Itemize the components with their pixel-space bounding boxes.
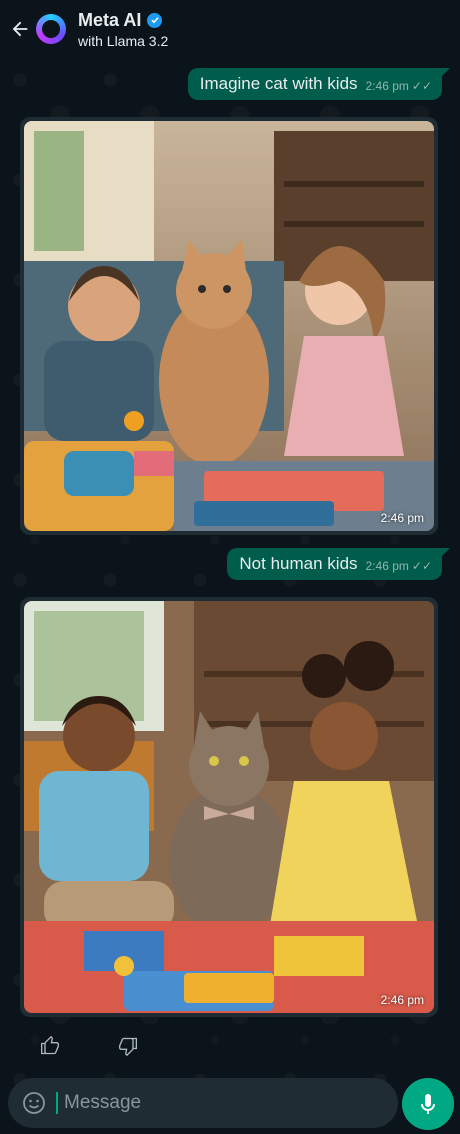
message-input[interactable] [58, 1091, 366, 1115]
message-composer [8, 1078, 398, 1128]
image-time: 2:46 pm [380, 511, 424, 525]
mic-icon [421, 1094, 435, 1114]
meta-ai-avatar[interactable] [36, 14, 66, 44]
message-text: Not human kids [239, 554, 358, 573]
contact-name: Meta AI [78, 9, 142, 30]
generated-image[interactable]: 2:46 pm [24, 601, 434, 1013]
verified-badge-icon [147, 12, 163, 28]
reaction-bar [40, 1035, 140, 1058]
thumbs-down-icon[interactable] [118, 1036, 140, 1058]
mic-button[interactable] [402, 1078, 454, 1130]
outgoing-message[interactable]: Not human kids 2:46 pm ✓✓ [227, 548, 450, 580]
outgoing-message[interactable]: Imagine cat with kids 2:46 pm ✓✓ [187, 68, 451, 100]
incoming-image-message[interactable]: 2:46 pm [20, 597, 438, 1017]
read-ticks-icon: ✓✓ [411, 559, 432, 573]
back-arrow-icon[interactable] [0, 0, 40, 58]
contact-info[interactable]: Meta AI with Llama 3.2 [78, 10, 168, 49]
message-time: 2:46 pm ✓✓ [365, 559, 432, 573]
incoming-image-message[interactable]: 2:46 pm [20, 117, 438, 535]
message-time: 2:46 pm ✓✓ [365, 79, 432, 93]
read-ticks-icon: ✓✓ [411, 79, 432, 93]
emoji-icon[interactable] [14, 1091, 54, 1115]
image-time: 2:46 pm [380, 993, 424, 1007]
thumbs-up-icon[interactable] [40, 1035, 62, 1058]
chat-header: Meta AI with Llama 3.2 [0, 0, 460, 58]
message-text: Imagine cat with kids [199, 74, 358, 93]
contact-subtitle: with Llama 3.2 [78, 32, 169, 49]
generated-image[interactable]: 2:46 pm [24, 121, 434, 531]
